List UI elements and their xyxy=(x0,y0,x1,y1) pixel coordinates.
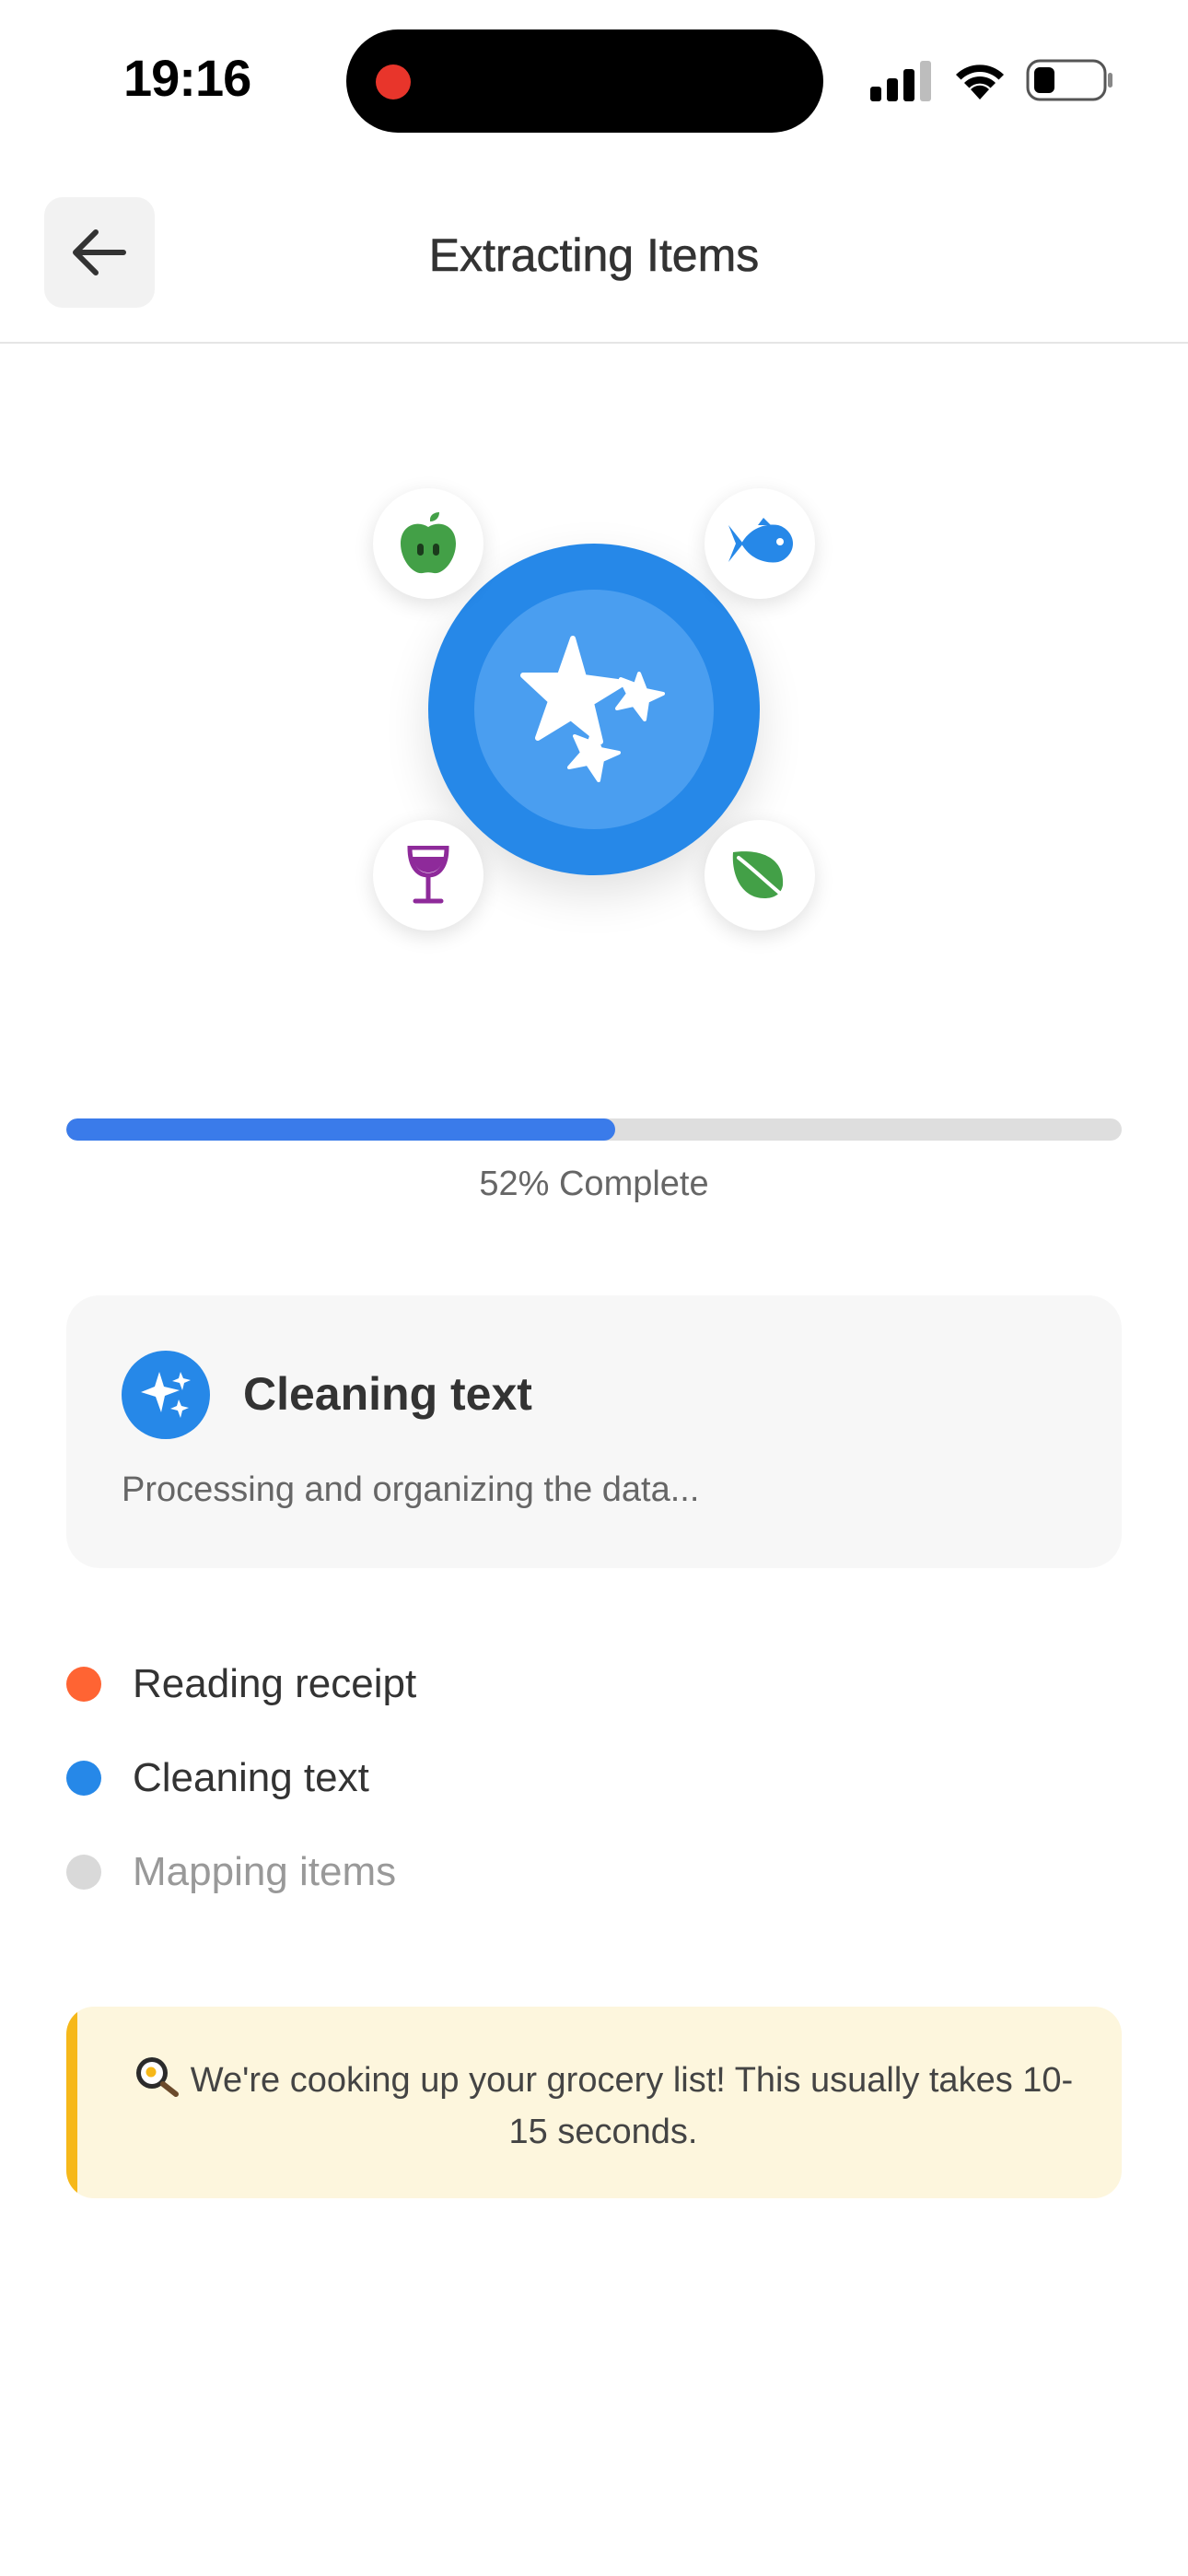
step-label: Cleaning text xyxy=(133,1755,369,1800)
tip-text: We're cooking up your grocery list! This… xyxy=(190,2061,1074,2151)
fish-bubble xyxy=(705,488,815,599)
sparkles-icon xyxy=(141,1372,191,1418)
cellular-signal-icon xyxy=(870,61,931,101)
page-title: Extracting Items xyxy=(428,229,760,282)
current-step-card: Cleaning text Processing and organizing … xyxy=(66,1295,1122,1568)
progress-fill xyxy=(66,1118,615,1141)
leaf-bubble xyxy=(705,820,815,931)
wine-glass-icon xyxy=(407,846,449,904)
hero-circle xyxy=(428,544,760,875)
current-step-title: Cleaning text xyxy=(243,1368,532,1420)
hero-illustration xyxy=(0,461,1188,977)
step-mapping-items: Mapping items xyxy=(66,1844,396,1900)
current-step-description: Processing and organizing the data... xyxy=(122,1470,700,1509)
step-reading-receipt: Reading receipt xyxy=(66,1657,416,1712)
wifi-icon xyxy=(956,64,1004,100)
tip-accent-bar xyxy=(66,2007,77,2198)
header: Extracting Items xyxy=(0,166,1188,344)
status-time: 19:16 xyxy=(123,49,251,107)
frying-pan-egg-icon xyxy=(135,2057,179,2097)
battery-icon xyxy=(1026,59,1112,101)
tip-banner: We're cooking up your grocery list! This… xyxy=(66,2007,1122,2198)
step-pending-dot xyxy=(66,1855,101,1890)
tip-content: We're cooking up your grocery list! This… xyxy=(122,2055,1085,2158)
progress-bar xyxy=(66,1118,1122,1141)
status-bar: 19:16 xyxy=(0,0,1188,166)
apple-icon xyxy=(401,512,456,574)
step-label: Mapping items xyxy=(133,1849,397,1894)
leaf-icon xyxy=(732,851,790,902)
step-label: Reading receipt xyxy=(133,1661,417,1706)
step-active-dot xyxy=(66,1761,101,1796)
progress-label: 52% Complete xyxy=(479,1165,709,1203)
screen-recording-icon xyxy=(376,64,411,100)
hero-inner-circle xyxy=(474,590,714,829)
extracting-items-screen: 19:16 Extracting Items 52% Complete Clea… xyxy=(0,0,1188,2576)
step-done-dot xyxy=(66,1667,101,1702)
apple-bubble xyxy=(373,488,483,599)
dynamic-island xyxy=(346,29,823,133)
wine-glass-bubble xyxy=(373,820,483,931)
step-cleaning-text: Cleaning text xyxy=(66,1751,369,1806)
sparkles-icon xyxy=(520,636,665,782)
fish-icon xyxy=(728,518,793,563)
current-step-icon-circle xyxy=(122,1351,210,1439)
